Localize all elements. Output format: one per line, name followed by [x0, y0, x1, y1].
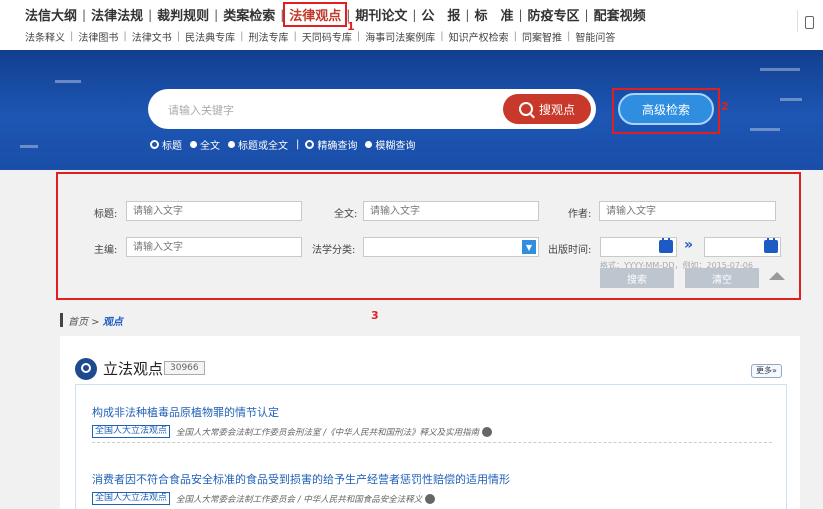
decoration [750, 128, 780, 131]
breadcrumb-home[interactable]: 首页 [68, 317, 88, 328]
nav-item-cases[interactable]: 类案检索 [220, 5, 278, 24]
nav-item-rules[interactable]: 裁判规则 [154, 5, 212, 24]
chevron-down-icon[interactable]: ▼ [522, 240, 536, 254]
radio-selected-icon [305, 140, 315, 149]
subnav-item[interactable]: 法条释义 [22, 29, 68, 44]
radio-title[interactable]: 标题 [150, 137, 182, 152]
title-input[interactable] [126, 201, 302, 221]
nav-item-gazette[interactable]: 公 报 [418, 5, 463, 24]
item-tag[interactable]: 全国人大立法观点 [92, 425, 171, 438]
subnav-item[interactable]: 刑法专库 [246, 29, 292, 44]
radio-icon [190, 141, 197, 148]
section-title: 立法观点 [103, 360, 164, 378]
count-badge: 30966 [164, 361, 205, 375]
main-nav: 法信大纲 | 法律法规 | 裁判规则 | 类案检索 | 法律观点 | 期刊论文 | 公 报 |… [22, 2, 649, 27]
more-button[interactable]: 更多» [751, 364, 782, 378]
title-label: 标题: [94, 209, 118, 220]
decoration [55, 80, 81, 83]
subnav-item[interactable]: 民法典专库 [182, 29, 238, 44]
radio-icon [365, 141, 373, 148]
search-box: 搜观点 [148, 89, 596, 129]
list-item: 构成非法种植毒品原植物罪的情节认定 全国人大立法观点 全国人大常委会法制工作委员… [92, 404, 493, 438]
mobile-icon[interactable] [805, 16, 814, 29]
item-source: 全国人大常委会法制工作委员会 / 中华人民共和国食品安全法释义 [176, 494, 423, 505]
subnav-item[interactable]: 法律图书 [75, 29, 121, 44]
nav-item-journals[interactable]: 期刊论文 [352, 5, 410, 24]
radio-selected-icon [150, 140, 159, 149]
search-icon [518, 102, 533, 116]
item-tag[interactable]: 全国人大立法观点 [92, 492, 171, 505]
author-label: 作者: [568, 209, 592, 220]
search-banner: 搜观点 高级检索 2 标题 全文 标题或全文 | 精确查询 模糊查询 [0, 50, 823, 170]
viewpoint-icon [75, 358, 97, 380]
item-title[interactable]: 消费者因不符合食品安全标准的食品受到损害的给予生产经营者惩罚性赔偿的适用情形 [92, 471, 510, 487]
search-options: 标题 全文 标题或全文 | 精确查询 模糊查询 [150, 137, 423, 152]
radio-fuzzy[interactable]: 模糊查询 [365, 137, 415, 152]
breadcrumb-marker [60, 313, 63, 327]
advanced-search-highlight: 高级检索 [612, 88, 720, 134]
item-source: 全国人大常委会法制工作委员会刑法室 /《中华人民共和国刑法》释义及实用指南 [176, 427, 480, 438]
nav-item-standards[interactable]: 标 准 [471, 5, 516, 24]
editor-label: 主编: [94, 245, 118, 256]
nav-item-laws[interactable]: 法律法规 [88, 5, 146, 24]
nav-item-epidemic[interactable]: 防疫专区 [525, 5, 583, 24]
collapse-icon[interactable] [769, 272, 785, 280]
search-button[interactable]: 搜观点 [503, 94, 591, 124]
author-input[interactable] [599, 201, 776, 221]
divider [92, 442, 772, 443]
search-button-label: 搜观点 [538, 102, 575, 117]
item-title[interactable]: 构成非法种植毒品原植物罪的情节认定 [92, 404, 492, 420]
radio-fulltext[interactable]: 全文 [190, 137, 220, 152]
divider [797, 10, 798, 32]
calendar-icon[interactable] [659, 238, 673, 253]
share-icon[interactable] [482, 426, 493, 437]
decoration [780, 98, 802, 101]
view-list: 构成非法种植毒品原植物罪的情节认定 全国人大立法观点 全国人大常委会法制工作委员… [75, 384, 787, 509]
category-select[interactable] [363, 237, 539, 257]
legislative-views-card: 立法观点 30966 更多» 构成非法种植毒品原植物罪的情节认定 全国人大立法观… [60, 336, 800, 509]
advanced-search-submit-button[interactable]: 搜索 [600, 268, 674, 288]
annotation-3: 3 [371, 309, 379, 322]
subnav-item[interactable]: 法律文书 [129, 29, 175, 44]
radio-icon [228, 141, 235, 148]
annotation-2: 2 [721, 100, 729, 113]
nav-item-videos[interactable]: 配套视频 [591, 5, 649, 24]
category-label: 法学分类: [312, 245, 356, 256]
clear-button[interactable]: 清空 [685, 268, 759, 288]
radio-title-or-fulltext[interactable]: 标题或全文 [228, 137, 288, 152]
subnav-item[interactable]: 同案智推 [519, 29, 565, 44]
decoration [20, 145, 38, 148]
search-input[interactable] [166, 99, 490, 121]
date-label: 出版时间: [548, 245, 592, 256]
editor-input[interactable] [126, 237, 302, 257]
advanced-search-panel: 标题: 全文: 作者: 主编: 法学分类: ▼ 出版时间: » 格式：YYYY-… [56, 172, 801, 300]
fulltext-input[interactable] [363, 201, 539, 221]
subnav-item[interactable]: 天同码专库 [299, 29, 355, 44]
breadcrumb: 首页 > 观点 [68, 317, 123, 328]
nav-item-outline[interactable]: 法信大纲 [22, 5, 80, 24]
subnav-item[interactable]: 智能问答 [572, 29, 618, 44]
range-arrow-icon: » [684, 237, 694, 253]
decoration [760, 68, 800, 71]
fulltext-label: 全文: [334, 209, 358, 220]
share-icon[interactable] [425, 493, 436, 504]
breadcrumb-current: 观点 [102, 317, 123, 328]
calendar-icon[interactable] [764, 238, 778, 253]
subnav-item[interactable]: 海事司法案例库 [362, 29, 438, 44]
top-navigation: 法信大纲 | 法律法规 | 裁判规则 | 类案检索 | 法律观点 | 期刊论文 | 公 报 |… [0, 0, 823, 50]
sub-nav: 法条释义 | 法律图书 | 法律文书 | 民法典专库 | 刑法专库 | 天同码专库 | 海事… [22, 29, 618, 44]
nav-item-views[interactable]: 法律观点 [283, 2, 348, 27]
subnav-item[interactable]: 知识产权检索 [446, 29, 512, 44]
radio-exact[interactable]: 精确查询 [305, 137, 357, 152]
advanced-search-button[interactable]: 高级检索 [618, 93, 714, 125]
list-item: 消费者因不符合食品安全标准的食品受到损害的给予生产经营者惩罚性赔偿的适用情形 全… [92, 471, 510, 505]
